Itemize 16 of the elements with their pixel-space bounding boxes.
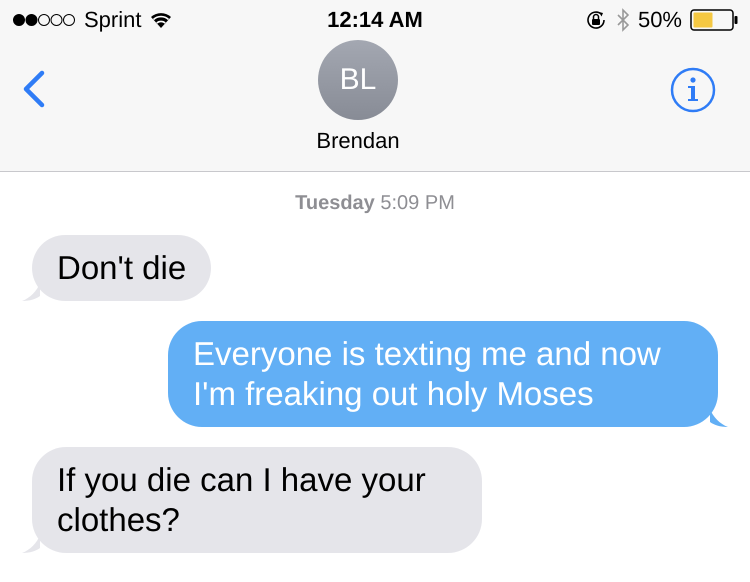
message-bubble: If you die can I have your clothes? xyxy=(32,447,482,553)
back-button[interactable] xyxy=(22,70,46,108)
info-icon xyxy=(670,67,716,113)
status-time: 12:14 AM xyxy=(327,7,423,33)
signal-icon xyxy=(12,12,76,28)
bluetooth-icon xyxy=(616,8,630,32)
info-button[interactable] xyxy=(670,67,716,113)
message-bubble: Everyone is texting me and now I'm freaking out holy Moses xyxy=(168,321,718,427)
battery-icon xyxy=(690,9,738,31)
wifi-icon xyxy=(149,11,174,29)
message-bubble: Don't die xyxy=(32,235,212,301)
chevron-left-icon xyxy=(22,70,46,108)
carrier-name: Sprint xyxy=(84,7,142,33)
message-timestamp: Tuesday 5:09 PM xyxy=(295,192,455,215)
contact-name[interactable]: Brendan xyxy=(316,128,400,154)
battery-percent: 50% xyxy=(638,7,682,33)
